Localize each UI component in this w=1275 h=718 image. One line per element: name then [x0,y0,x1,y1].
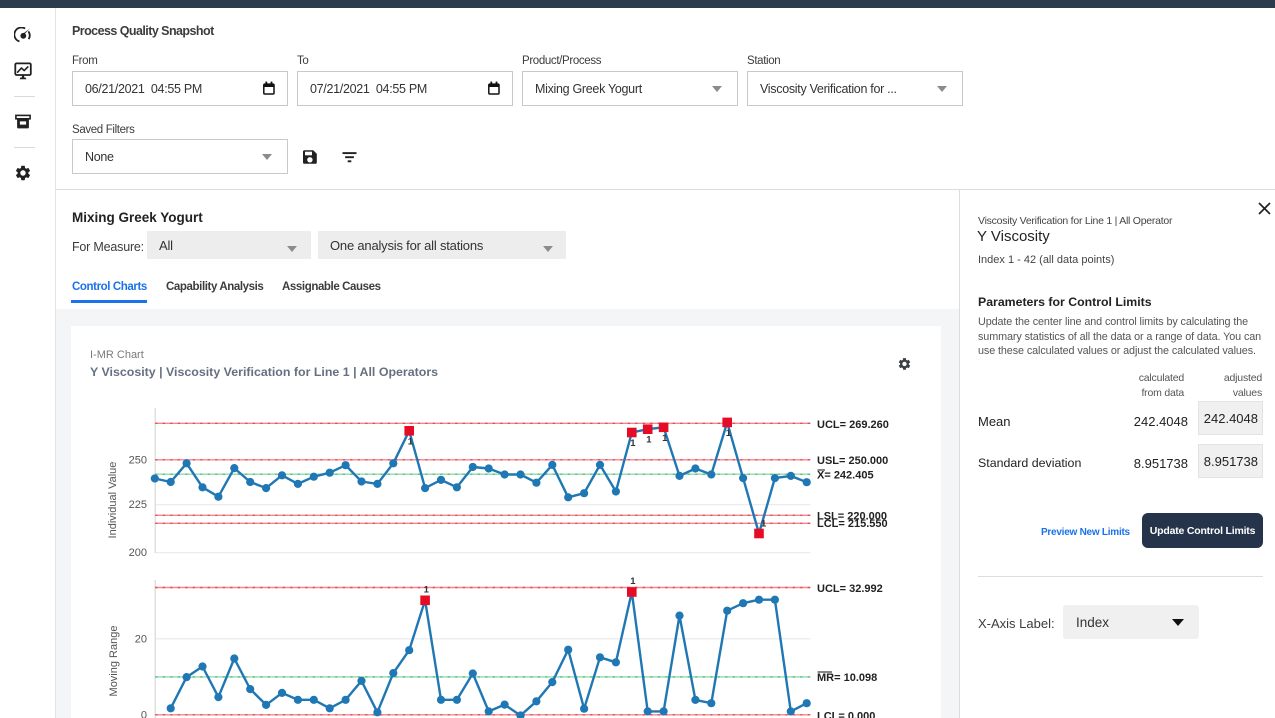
svg-text:250: 250 [129,454,147,466]
svg-text:UCL= 32.992: UCL= 32.992 [817,583,883,595]
svg-text:MR= 10.098: MR= 10.098 [817,672,877,684]
svg-text:UCL= 269.260: UCL= 269.260 [817,419,889,431]
svg-text:225: 225 [129,499,147,511]
svg-text:LCL= 215.550: LCL= 215.550 [817,518,888,530]
svg-text:1: 1 [726,428,732,439]
svg-text:1: 1 [424,584,430,595]
svg-text:Individual Value: Individual Value [107,462,119,539]
svg-text:1: 1 [408,436,414,447]
svg-text:1: 1 [662,433,668,444]
svg-text:USL= 250.000: USL= 250.000 [817,455,888,467]
svg-text:I-MR Chart: I-MR Chart [90,349,144,361]
svg-text:0: 0 [141,709,147,718]
svg-text:200: 200 [129,547,147,559]
svg-text:Moving Range: Moving Range [108,626,120,697]
svg-text:Y Viscosity | Viscosity Verifi: Y Viscosity | Viscosity Verification for… [90,365,438,379]
svg-text:20: 20 [135,633,147,645]
svg-text:1: 1 [630,438,636,449]
svg-text:X= 242.405: X= 242.405 [817,470,874,482]
svg-text:1: 1 [761,519,767,530]
svg-text:1: 1 [630,576,636,587]
svg-text:1: 1 [646,435,652,446]
svg-text:LCL= 0.000: LCL= 0.000 [817,711,875,718]
